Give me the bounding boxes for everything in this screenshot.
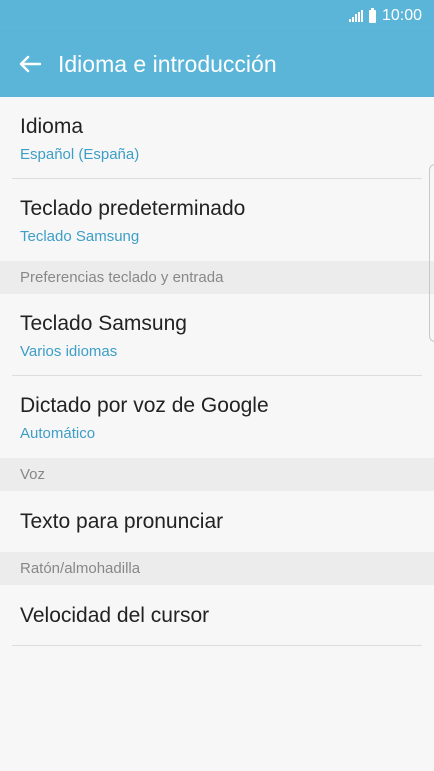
setting-teclado-samsung[interactable]: Teclado Samsung Varios idiomas: [0, 294, 434, 376]
section-header-voz: Voz: [0, 458, 434, 491]
scroll-indicator[interactable]: [429, 164, 434, 342]
setting-label: Teclado Samsung: [20, 312, 187, 335]
setting-label: Velocidad del cursor: [20, 604, 210, 627]
battery-icon: [368, 7, 376, 23]
divider: [12, 645, 422, 646]
setting-teclado-predeterminado[interactable]: Teclado predeterminado Teclado Samsung: [0, 179, 434, 261]
setting-label: Teclado predeterminado: [20, 197, 246, 220]
setting-label: Texto para pronunciar: [20, 510, 224, 533]
status-time: 10:00: [381, 7, 422, 24]
back-arrow-icon: [19, 55, 41, 73]
section-header-preferencias: Preferencias teclado y entrada: [0, 261, 434, 294]
setting-value: Español (España): [20, 146, 140, 163]
settings-list: Idioma Español (España) Teclado predeter…: [0, 97, 434, 646]
status-icons: 10:00: [348, 7, 422, 25]
setting-value: Automático: [20, 425, 96, 442]
setting-value: Teclado Samsung: [20, 228, 140, 245]
setting-idioma[interactable]: Idioma Español (España): [0, 97, 434, 179]
section-label: Voz: [20, 466, 46, 483]
section-label: Preferencias teclado y entrada: [20, 269, 224, 286]
signal-icon: [348, 10, 363, 22]
setting-value: Varios idiomas: [20, 343, 118, 360]
setting-label: Dictado por voz de Google: [20, 394, 269, 417]
section-label: Ratón/almohadilla: [20, 560, 141, 577]
back-button[interactable]: [10, 44, 50, 84]
section-header-raton: Ratón/almohadilla: [0, 552, 434, 585]
app-bar: Idioma e introducción: [0, 32, 434, 97]
setting-texto-pronunciar[interactable]: Texto para pronunciar: [0, 491, 434, 552]
page-title: Idioma e introducción: [58, 51, 277, 77]
setting-velocidad-cursor[interactable]: Velocidad del cursor: [0, 585, 434, 646]
status-bar: 10:00: [0, 0, 434, 32]
setting-dictado-google[interactable]: Dictado por voz de Google Automático: [0, 376, 434, 458]
setting-label: Idioma: [20, 115, 84, 138]
